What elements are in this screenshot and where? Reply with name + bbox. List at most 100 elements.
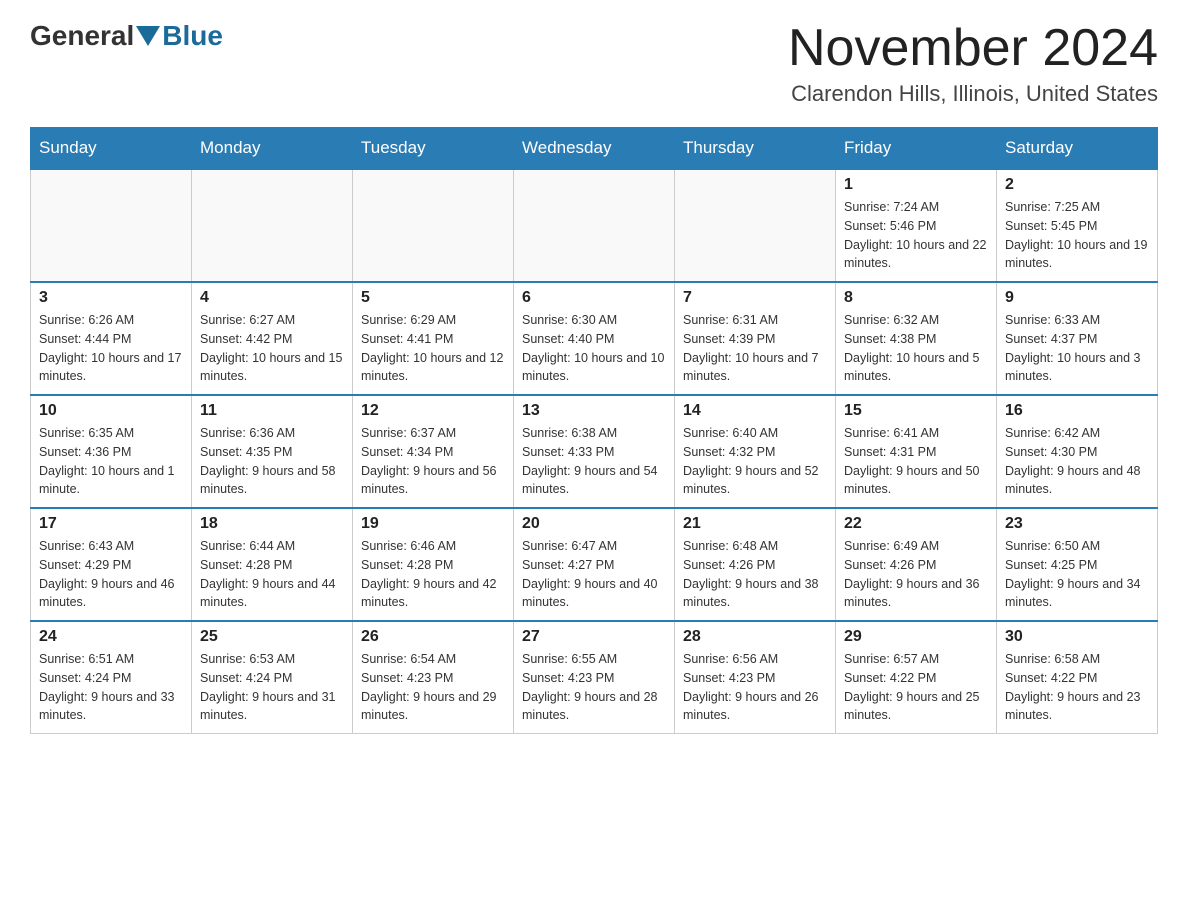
day-number: 15 xyxy=(844,402,988,420)
weekday-header-monday: Monday xyxy=(192,128,353,170)
day-number: 5 xyxy=(361,289,505,307)
calendar-cell: 30 Sunrise: 6:58 AMSunset: 4:22 PMDayligh… xyxy=(997,621,1158,734)
calendar-cell: 18Sunrise: 6:44 AMSunset: 4:28 PMDayligh… xyxy=(192,508,353,621)
calendar-cell: 5 Sunrise: 6:29 AMSunset: 4:41 PMDaylight… xyxy=(353,282,514,395)
page-header: General Blue November 2024 Clarendon Hil… xyxy=(30,20,1158,107)
day-info: Sunrise: 6:40 AMSunset: 4:32 PMDaylight:… xyxy=(683,424,827,499)
calendar-cell xyxy=(31,169,192,282)
day-info: Sunrise: 6:42 AMSunset: 4:30 PMDaylight:… xyxy=(1005,424,1149,499)
logo-blue-text: Blue xyxy=(162,20,223,52)
calendar-cell: 15 Sunrise: 6:41 AMSunset: 4:31 PMDayligh… xyxy=(836,395,997,508)
day-number: 22 xyxy=(844,515,988,533)
day-number: 18 xyxy=(200,515,344,533)
day-info: Sunrise: 6:57 AMSunset: 4:22 PMDaylight:… xyxy=(844,650,988,725)
day-number: 27 xyxy=(522,628,666,646)
day-info: Sunrise: 6:51 AMSunset: 4:24 PMDaylight:… xyxy=(39,650,183,725)
day-number: 1 xyxy=(844,176,988,194)
day-number: 23 xyxy=(1005,515,1149,533)
day-number: 7 xyxy=(683,289,827,307)
day-info: Sunrise: 6:27 AMSunset: 4:42 PMDaylight:… xyxy=(200,311,344,386)
calendar-cell: 9 Sunrise: 6:33 AMSunset: 4:37 PMDaylight… xyxy=(997,282,1158,395)
calendar-cell xyxy=(192,169,353,282)
calendar-cell: 28 Sunrise: 6:56 AMSunset: 4:23 PMDayligh… xyxy=(675,621,836,734)
calendar-cell: 14 Sunrise: 6:40 AMSunset: 4:32 PMDayligh… xyxy=(675,395,836,508)
day-info: Sunrise: 6:29 AMSunset: 4:41 PMDaylight:… xyxy=(361,311,505,386)
calendar-cell: 21 Sunrise: 6:48 AMSunset: 4:26 PMDayligh… xyxy=(675,508,836,621)
day-number: 4 xyxy=(200,289,344,307)
day-info: Sunrise: 6:50 AMSunset: 4:25 PMDaylight:… xyxy=(1005,537,1149,612)
day-info: Sunrise: 6:41 AMSunset: 4:31 PMDaylight:… xyxy=(844,424,988,499)
day-info: Sunrise: 6:49 AMSunset: 4:26 PMDaylight:… xyxy=(844,537,988,612)
day-info: Sunrise: 6:35 AMSunset: 4:36 PMDaylight:… xyxy=(39,424,183,499)
calendar-cell xyxy=(353,169,514,282)
calendar-cell: 27 Sunrise: 6:55 AMSunset: 4:23 PMDayligh… xyxy=(514,621,675,734)
logo: General Blue xyxy=(30,20,223,52)
calendar-cell: 13Sunrise: 6:38 AMSunset: 4:33 PMDayligh… xyxy=(514,395,675,508)
day-number: 30 xyxy=(1005,628,1149,646)
day-info: Sunrise: 6:26 AMSunset: 4:44 PMDaylight:… xyxy=(39,311,183,386)
calendar-cell: 1 Sunrise: 7:24 AMSunset: 5:46 PMDaylight… xyxy=(836,169,997,282)
day-info: Sunrise: 6:31 AMSunset: 4:39 PMDaylight:… xyxy=(683,311,827,386)
calendar-cell: 10 Sunrise: 6:35 AMSunset: 4:36 PMDayligh… xyxy=(31,395,192,508)
day-info: Sunrise: 6:36 AMSunset: 4:35 PMDaylight:… xyxy=(200,424,344,499)
weekday-header-wednesday: Wednesday xyxy=(514,128,675,170)
day-info: Sunrise: 7:24 AMSunset: 5:46 PMDaylight:… xyxy=(844,198,988,273)
calendar-cell: 17 Sunrise: 6:43 AMSunset: 4:29 PMDayligh… xyxy=(31,508,192,621)
logo-general-text: General xyxy=(30,20,134,52)
calendar-cell: 8Sunrise: 6:32 AMSunset: 4:38 PMDaylight… xyxy=(836,282,997,395)
calendar-cell: 24Sunrise: 6:51 AMSunset: 4:24 PMDayligh… xyxy=(31,621,192,734)
week-row-3: 10 Sunrise: 6:35 AMSunset: 4:36 PMDayligh… xyxy=(31,395,1158,508)
week-row-4: 17 Sunrise: 6:43 AMSunset: 4:29 PMDayligh… xyxy=(31,508,1158,621)
day-info: Sunrise: 6:43 AMSunset: 4:29 PMDaylight:… xyxy=(39,537,183,612)
weekday-header-sunday: Sunday xyxy=(31,128,192,170)
day-info: Sunrise: 7:25 AMSunset: 5:45 PMDaylight:… xyxy=(1005,198,1149,273)
day-info: Sunrise: 6:48 AMSunset: 4:26 PMDaylight:… xyxy=(683,537,827,612)
day-number: 2 xyxy=(1005,176,1149,194)
calendar-cell: 3Sunrise: 6:26 AMSunset: 4:44 PMDaylight… xyxy=(31,282,192,395)
day-number: 28 xyxy=(683,628,827,646)
calendar-cell: 6Sunrise: 6:30 AMSunset: 4:40 PMDaylight… xyxy=(514,282,675,395)
day-info: Sunrise: 6:58 AMSunset: 4:22 PMDaylight:… xyxy=(1005,650,1149,725)
calendar-cell: 11Sunrise: 6:36 AMSunset: 4:35 PMDayligh… xyxy=(192,395,353,508)
week-row-5: 24Sunrise: 6:51 AMSunset: 4:24 PMDayligh… xyxy=(31,621,1158,734)
day-info: Sunrise: 6:32 AMSunset: 4:38 PMDaylight:… xyxy=(844,311,988,386)
calendar-cell: 7 Sunrise: 6:31 AMSunset: 4:39 PMDaylight… xyxy=(675,282,836,395)
weekday-header-tuesday: Tuesday xyxy=(353,128,514,170)
day-number: 16 xyxy=(1005,402,1149,420)
day-number: 20 xyxy=(522,515,666,533)
title-section: November 2024 Clarendon Hills, Illinois,… xyxy=(788,20,1158,107)
day-info: Sunrise: 6:53 AMSunset: 4:24 PMDaylight:… xyxy=(200,650,344,725)
day-info: Sunrise: 6:33 AMSunset: 4:37 PMDaylight:… xyxy=(1005,311,1149,386)
day-info: Sunrise: 6:56 AMSunset: 4:23 PMDaylight:… xyxy=(683,650,827,725)
calendar-cell: 4 Sunrise: 6:27 AMSunset: 4:42 PMDaylight… xyxy=(192,282,353,395)
day-number: 21 xyxy=(683,515,827,533)
location-title: Clarendon Hills, Illinois, United States xyxy=(788,81,1158,107)
day-number: 9 xyxy=(1005,289,1149,307)
day-number: 25 xyxy=(200,628,344,646)
day-info: Sunrise: 6:54 AMSunset: 4:23 PMDaylight:… xyxy=(361,650,505,725)
day-info: Sunrise: 6:38 AMSunset: 4:33 PMDaylight:… xyxy=(522,424,666,499)
week-row-2: 3Sunrise: 6:26 AMSunset: 4:44 PMDaylight… xyxy=(31,282,1158,395)
day-number: 26 xyxy=(361,628,505,646)
day-info: Sunrise: 6:55 AMSunset: 4:23 PMDaylight:… xyxy=(522,650,666,725)
weekday-header-friday: Friday xyxy=(836,128,997,170)
calendar-cell xyxy=(675,169,836,282)
logo-triangle-icon xyxy=(136,26,160,46)
day-info: Sunrise: 6:30 AMSunset: 4:40 PMDaylight:… xyxy=(522,311,666,386)
day-number: 17 xyxy=(39,515,183,533)
calendar-cell: 12Sunrise: 6:37 AMSunset: 4:34 PMDayligh… xyxy=(353,395,514,508)
weekday-header-saturday: Saturday xyxy=(997,128,1158,170)
calendar-cell: 19Sunrise: 6:46 AMSunset: 4:28 PMDayligh… xyxy=(353,508,514,621)
calendar-table: SundayMondayTuesdayWednesdayThursdayFrid… xyxy=(30,127,1158,734)
day-number: 19 xyxy=(361,515,505,533)
day-number: 14 xyxy=(683,402,827,420)
calendar-cell: 20Sunrise: 6:47 AMSunset: 4:27 PMDayligh… xyxy=(514,508,675,621)
week-row-1: 1 Sunrise: 7:24 AMSunset: 5:46 PMDaylight… xyxy=(31,169,1158,282)
day-number: 12 xyxy=(361,402,505,420)
calendar-cell xyxy=(514,169,675,282)
day-number: 10 xyxy=(39,402,183,420)
calendar-cell: 22 Sunrise: 6:49 AMSunset: 4:26 PMDayligh… xyxy=(836,508,997,621)
calendar-cell: 26 Sunrise: 6:54 AMSunset: 4:23 PMDayligh… xyxy=(353,621,514,734)
weekday-header-thursday: Thursday xyxy=(675,128,836,170)
calendar-cell: 23 Sunrise: 6:50 AMSunset: 4:25 PMDayligh… xyxy=(997,508,1158,621)
